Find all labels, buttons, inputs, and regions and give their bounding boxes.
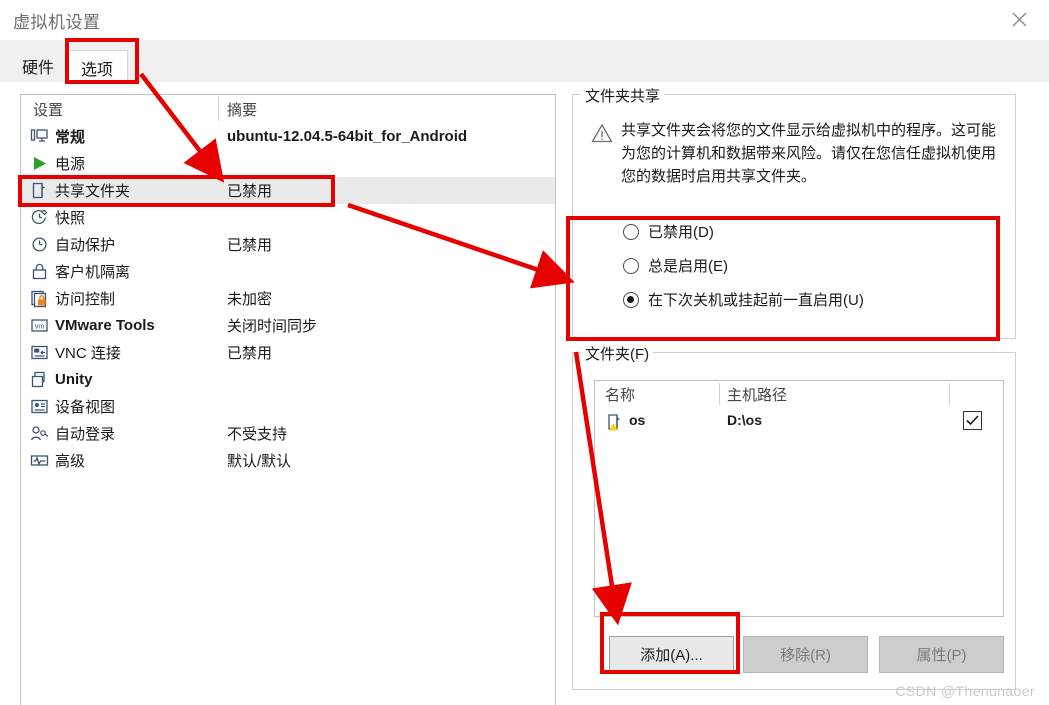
monitor-icon [29, 126, 50, 147]
radio-label: 总是启用(E) [648, 258, 728, 275]
settings-row-summary: 已禁用 [227, 345, 273, 362]
watermark-text: CSDN @Thenunaoer [895, 683, 1035, 699]
settings-row-label: Unity [55, 371, 93, 388]
settings-row-unity[interactable]: Unity [21, 366, 555, 393]
settings-row-general[interactable]: 常规 ubuntu-12.04.5-64bit_for_Android [21, 123, 555, 150]
folder-properties-button: 属性(P) [879, 636, 1004, 673]
settings-row-device-view[interactable]: 设备视图 [21, 393, 555, 420]
radio-label: 已禁用(D) [648, 224, 714, 241]
title-bar: 虚拟机设置 [0, 0, 1049, 40]
settings-row-vnc[interactable]: VNC 连接 已禁用 [21, 339, 555, 366]
auto-login-icon [29, 423, 50, 444]
settings-row-label: VMware Tools [55, 317, 155, 334]
folder-sharing-title: 文件夹共享 [581, 85, 665, 106]
tab-strip: 硬件 选项 [0, 40, 1049, 85]
settings-row-label: 高级 [55, 453, 86, 470]
settings-row-label: 自动登录 [55, 426, 116, 443]
tab-options[interactable]: 选项 [66, 50, 129, 85]
folders-table-header: 名称 主机路径 [595, 381, 1003, 407]
column-header-name: 设置 [33, 102, 64, 119]
autoprotect-icon [29, 234, 50, 255]
radio-until-next-shutdown[interactable]: 在下次关机或挂起前一直启用(U) [623, 289, 864, 310]
settings-row-label: 电源 [55, 156, 86, 173]
settings-list: 设置 摘要 常规 ubuntu-12.04.5-64bit_for_Androi… [20, 94, 556, 705]
close-icon[interactable] [997, 2, 1041, 36]
folder-sharing-group: 文件夹共享 共享文件夹会将您的文件显示给虚拟机中的程序。这可能为您的计算机和数据… [572, 85, 1016, 339]
folders-group: 文件夹(F) 名称 主机路径 os D:\os 添加(A)... 移除(R) 属… [572, 343, 1016, 690]
settings-row-label: 设备视图 [55, 399, 116, 416]
snapshot-icon [29, 207, 50, 228]
folders-table-divider [719, 383, 720, 405]
settings-row-label: VNC 连接 [55, 345, 121, 362]
settings-row-summary: 默认/默认 [227, 453, 292, 470]
radio-indicator [623, 257, 639, 274]
radio-label: 在下次关机或挂起前一直启用(U) [648, 292, 864, 309]
folders-title: 文件夹(F) [581, 343, 654, 364]
folders-column-header-path: 主机路径 [727, 387, 788, 404]
settings-row-shared-folders[interactable]: 共享文件夹 已禁用 [21, 177, 555, 204]
settings-row-label: 自动保护 [55, 237, 116, 254]
folders-row-name: os [629, 412, 646, 428]
folders-table: 名称 主机路径 os D:\os [594, 380, 1004, 617]
warning-triangle-icon [591, 123, 613, 143]
access-control-icon [29, 288, 50, 309]
settings-row-access-control[interactable]: 访问控制 未加密 [21, 285, 555, 312]
settings-row-label: 共享文件夹 [55, 183, 131, 200]
radio-indicator [623, 291, 639, 308]
unity-icon [29, 369, 50, 390]
folders-table-divider [949, 383, 950, 405]
folders-row-enabled-checkbox[interactable] [963, 411, 982, 430]
remove-folder-button: 移除(R) [743, 636, 868, 673]
settings-row-label: 访问控制 [55, 291, 116, 308]
folders-table-row[interactable]: os D:\os [595, 409, 1003, 435]
advanced-icon [29, 450, 50, 471]
settings-row-guest-isolation[interactable]: 客户机隔离 [21, 258, 555, 285]
settings-row-snapshot[interactable]: 快照 [21, 204, 555, 231]
folder-sharing-warning-text: 共享文件夹会将您的文件显示给虚拟机中的程序。这可能为您的计算机和数据带来风险。请… [621, 122, 997, 185]
vnc-icon [29, 342, 50, 363]
play-icon [29, 153, 50, 174]
window-title: 虚拟机设置 [13, 13, 101, 32]
tab-hardware[interactable]: 硬件 [8, 50, 68, 82]
shared-folder-warning-icon [605, 412, 625, 432]
settings-row-label: 常规 [55, 129, 86, 146]
settings-row-autoprotect[interactable]: 自动保护 已禁用 [21, 231, 555, 258]
settings-row-summary: 不受支持 [227, 426, 288, 443]
settings-row-summary: 已禁用 [227, 183, 273, 200]
folders-row-path: D:\os [727, 412, 762, 428]
settings-row-summary: ubuntu-12.04.5-64bit_for_Android [227, 128, 468, 145]
radio-disabled[interactable]: 已禁用(D) [623, 221, 714, 242]
settings-row-power[interactable]: 电源 [21, 150, 555, 177]
dialog-content: 设置 摘要 常规 ubuntu-12.04.5-64bit_for_Androi… [0, 82, 1049, 705]
settings-row-vmware-tools[interactable]: vm VMware Tools 关闭时间同步 [21, 312, 555, 339]
settings-row-auto-login[interactable]: 自动登录 不受支持 [21, 420, 555, 447]
svg-text:vm: vm [35, 323, 45, 330]
settings-row-advanced[interactable]: 高级 默认/默认 [21, 447, 555, 474]
settings-row-summary: 已禁用 [227, 237, 273, 254]
settings-row-summary: 未加密 [227, 291, 273, 308]
radio-always-enabled[interactable]: 总是启用(E) [623, 255, 728, 276]
folders-column-header-name: 名称 [605, 387, 636, 404]
vmware-tools-icon: vm [29, 315, 50, 336]
add-folder-button[interactable]: 添加(A)... [609, 636, 734, 673]
settings-row-label: 快照 [55, 210, 86, 227]
radio-indicator [623, 223, 639, 240]
device-view-icon [29, 396, 50, 417]
settings-list-header: 设置 摘要 [21, 95, 555, 123]
header-divider [218, 97, 219, 121]
shared-folder-icon [29, 180, 50, 201]
settings-row-summary: 关闭时间同步 [227, 318, 318, 335]
lock-icon [29, 261, 50, 282]
column-header-summary: 摘要 [227, 102, 258, 119]
settings-row-label: 客户机隔离 [55, 264, 131, 281]
